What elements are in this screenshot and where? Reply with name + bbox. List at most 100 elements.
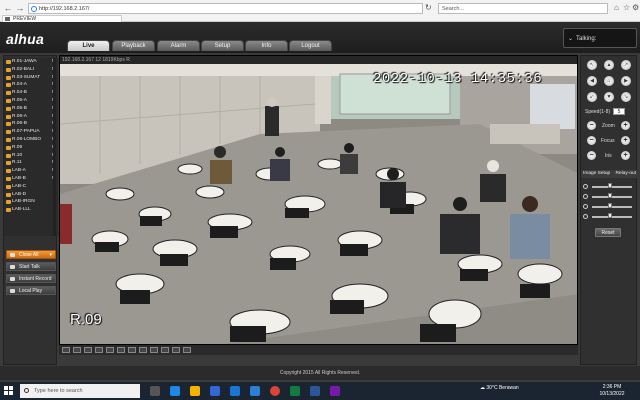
settings-gear-icon[interactable]: ⚙ [632,3,639,12]
iris-minus-button[interactable]: − [587,151,596,160]
channel-item[interactable]: R.07-PAPUAM [4,128,58,136]
channel-item[interactable]: R.10M [4,152,58,160]
edge-icon[interactable] [170,386,180,396]
refresh-icon[interactable]: ↻ [425,3,432,12]
relay-out-label[interactable]: Relay-out [615,170,636,178]
taskbar-search-placeholder: Type here to search [34,388,83,394]
slider-knob[interactable] [608,193,613,198]
talking-status[interactable]: ⌄ Talking: [563,28,637,48]
iris-plus-button[interactable]: + [621,151,630,160]
fullscreen-icon[interactable] [150,347,158,353]
home-icon[interactable]: ⌂ [614,3,619,12]
layout-custom-icon[interactable] [139,347,147,353]
system-tray[interactable]: ☁ 30°C Berawan [480,385,519,391]
channel-item[interactable]: R.02-BALIM [4,66,58,74]
ptz-down-left-icon[interactable]: ↙ [587,92,597,102]
layout-1-icon[interactable] [62,347,70,353]
brightness-slider[interactable] [583,183,635,190]
live-video-window[interactable]: 192.168.2.167 12 1819Kbps R 2022-10-13 1… [59,55,578,345]
task-view-icon[interactable] [150,386,160,396]
channel-list-scrollbar[interactable] [53,58,56,236]
zoom-minus-button[interactable]: − [587,121,596,130]
channel-item[interactable]: LAB-BM [4,175,58,183]
slider-knob[interactable] [608,183,613,188]
channel-item[interactable]: R.11M [4,159,58,167]
channel-list: R.01-JAWAMR.02-BALIMR.03-SUMATMR.04-AMR.… [4,58,58,236]
focus-minus-button[interactable]: − [587,136,596,145]
close-all-button[interactable]: Close All ▾ [6,250,56,259]
app-icon[interactable] [330,386,340,396]
instant-record-button[interactable]: Instant Record [6,274,56,283]
reset-button[interactable]: Reset [595,228,621,237]
ptz-down-icon[interactable]: ▼ [604,92,614,102]
file-explorer-icon[interactable] [190,386,200,396]
focus-plus-button[interactable]: + [621,136,630,145]
windows-start-icon[interactable] [4,386,14,396]
channel-item[interactable]: R.05-BM [4,105,58,113]
local-play-button[interactable]: Local Play [6,286,56,295]
channel-item[interactable]: R.05-AM [4,97,58,105]
layout-8-icon[interactable] [84,347,92,353]
hue-slider[interactable] [583,213,635,220]
channel-item[interactable]: R.03-SUMATM [4,74,58,82]
tab-info[interactable]: Info [245,40,288,51]
ptz-up-left-icon[interactable]: ↖ [587,60,597,70]
channel-item[interactable]: LAB-D [4,191,58,199]
ptz-left-icon[interactable]: ◀ [587,76,597,86]
favorites-star-icon[interactable]: ☆ [623,3,630,12]
slider-knob[interactable] [608,203,613,208]
channel-item[interactable]: LAB-LLL [4,206,58,214]
channel-item[interactable]: R.08-LOMBOM [4,136,58,144]
channel-item[interactable]: R.06-BM [4,120,58,128]
browser-search-input[interactable]: Search... [438,3,608,14]
taskbar-clock[interactable]: 2:36 PM 10/13/2022 [592,384,632,398]
layout-16-icon[interactable] [106,347,114,353]
chevron-down-icon[interactable]: ▾ [49,251,52,260]
store-icon[interactable] [210,386,220,396]
speed-select[interactable]: 5 [613,108,625,115]
channel-item[interactable]: R.01-JAWAM [4,58,58,66]
forward-arrow-icon[interactable]: → [15,3,25,13]
mail-icon[interactable] [230,386,240,396]
chrome-icon[interactable] [270,386,280,396]
layout-25-icon[interactable] [117,347,125,353]
channel-item[interactable]: R.04-AM [4,81,58,89]
channel-item[interactable]: R.09M [4,144,58,152]
zoom-plus-button[interactable]: + [621,121,630,130]
internet-explorer-icon[interactable] [250,386,260,396]
excel-icon[interactable] [290,386,300,396]
channel-name: R.10 [12,152,23,158]
tab-live[interactable]: Live [67,40,110,51]
contrast-icon [583,194,588,199]
channel-item[interactable]: R.04-BM [4,89,58,97]
address-bar[interactable]: http://192.168.2.167/ [28,3,423,14]
tab-setup[interactable]: Setup [201,40,244,51]
audio-icon[interactable] [183,347,191,353]
record-toggle-icon[interactable] [172,347,180,353]
start-talk-button[interactable]: Start Talk [6,262,56,271]
slider-knob[interactable] [608,213,613,218]
layout-4-icon[interactable] [73,347,81,353]
channel-item[interactable]: LAB-AM [4,167,58,175]
ptz-up-right-icon[interactable]: ↗ [621,60,631,70]
ptz-up-icon[interactable]: ▲ [604,60,614,70]
ptz-right-icon[interactable]: ▶ [621,76,631,86]
tab-alarm[interactable]: Alarm [157,40,200,51]
channel-item[interactable]: LAB-C [4,183,58,191]
layout-9-icon[interactable] [95,347,103,353]
layout-36-icon[interactable] [128,347,136,353]
back-arrow-icon[interactable]: ← [3,3,13,13]
saturation-slider[interactable] [583,203,635,210]
taskbar-search-input[interactable]: Type here to search [20,384,140,398]
channel-item[interactable]: LAB-IRGN [4,198,58,206]
browser-tab-preview[interactable]: PREVIEW [2,15,122,22]
snapshot-icon[interactable] [161,347,169,353]
ptz-home-icon[interactable]: ⌂ [604,76,614,86]
channel-item[interactable]: R.06-AM [4,113,58,121]
tab-playback[interactable]: Playback [112,40,155,51]
image-setup-header[interactable]: Image Setup Relay-out [581,170,638,178]
ptz-down-right-icon[interactable]: ↘ [621,92,631,102]
word-icon[interactable] [310,386,320,396]
contrast-slider[interactable] [583,193,635,200]
tab-logout[interactable]: Logout [289,40,332,51]
